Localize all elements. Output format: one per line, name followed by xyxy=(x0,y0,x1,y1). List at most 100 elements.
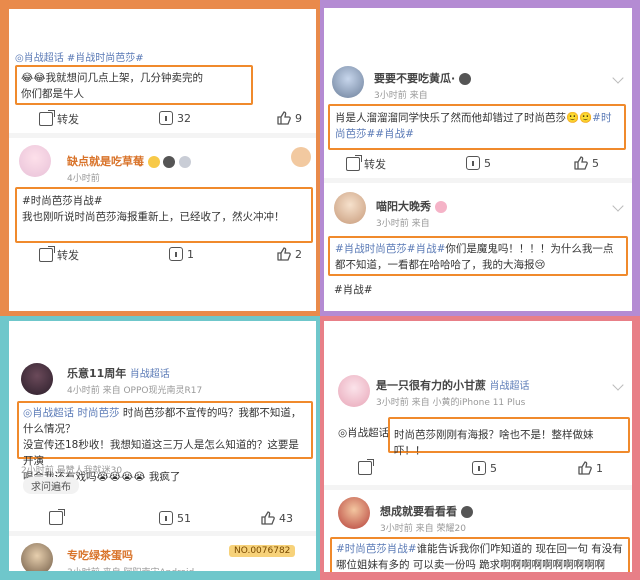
share-button[interactable]: 转发 xyxy=(39,246,79,263)
post-text-box: 肖是人溜溜溜同学快乐了然而他却错过了时尚芭莎🙂🙂#时尚芭莎##肖战# xyxy=(328,104,626,150)
post-text-line: ◎肖战超话 时尚芭莎 时尚芭莎都不宣传的吗？我都不知道，什么情况？ xyxy=(23,407,302,435)
post-text-line: 肖是人溜溜溜同学快乐了然而他却错过了时尚芭莎🙂🙂#时尚芭莎##肖战# xyxy=(335,112,612,140)
vip-badge-icon xyxy=(147,156,160,168)
user-row: 想成就要看看看 xyxy=(380,503,473,519)
fan-badge: NO.0076782 xyxy=(229,545,296,557)
post-meta: 3小时前 来自 xyxy=(374,91,428,101)
comment-button[interactable]: 5 xyxy=(472,461,497,475)
share-icon xyxy=(39,246,55,262)
share-button[interactable]: 转发 xyxy=(346,155,386,172)
post-text-box: 😂😂我就想问几点上架，几分钟卖完的 你们都是牛人 xyxy=(15,65,253,105)
username[interactable]: 专吃绿茶蛋吗 xyxy=(67,549,133,562)
topic-tag[interactable]: 肖战超话 xyxy=(490,381,530,392)
user-row: 是一只很有力的小甘蔗 肖战超话 xyxy=(376,377,530,393)
topic-tag[interactable]: ◎肖战超话 xyxy=(338,425,389,441)
avatar[interactable] xyxy=(332,66,364,98)
post-text-box: #时尚芭莎肖战# 我也刚听说时尚芭莎海报重新上，已经收了，然火冲冲！ xyxy=(15,187,313,243)
chevron-down-icon[interactable] xyxy=(612,200,624,212)
thumbs-up-icon xyxy=(578,461,592,475)
panel-top-left: ◎肖战超话 #肖战时尚芭莎# 😂😂我就想问几点上架，几分钟卖完的 你们都是牛人 … xyxy=(0,0,320,316)
user-row: 喵阳大晚秀 xyxy=(376,198,447,214)
post-text-box: #肖战时尚芭莎#肖战#你们是魔鬼吗！！！！为什么我一点都不知道，一看都在哈哈哈了… xyxy=(328,236,628,276)
post-meta: 2小时前 最赞人我就迷30 xyxy=(21,466,123,476)
username[interactable]: 是一只很有力的小甘蔗 xyxy=(376,379,486,392)
topic-tag[interactable]: #时尚芭莎肖战# xyxy=(22,193,306,209)
graduate-badge-icon xyxy=(458,73,471,85)
chevron-down-icon[interactable] xyxy=(612,379,624,391)
heart-badge-icon xyxy=(434,201,447,213)
post-text-line: #时尚芭莎肖战#谁能告诉我你们咋知道的 现在回一句 有没有哪位姐妹有多的 可以卖… xyxy=(336,543,623,571)
like-button[interactable]: 43 xyxy=(261,511,293,525)
panel-top-right: 要要不要吃黄瓜· 3小时前 来自 肖是人溜溜溜同学快乐了然而他却错过了时尚芭莎🙂… xyxy=(320,0,640,316)
comment-button[interactable]: 5 xyxy=(466,156,491,170)
comment-button[interactable]: 51 xyxy=(159,511,191,525)
location-tag[interactable]: 求问遍布 xyxy=(23,477,79,494)
graduate-badge-icon xyxy=(460,506,473,518)
like-button[interactable]: 5 xyxy=(574,156,599,170)
graduate-badge-icon xyxy=(163,156,175,168)
divider xyxy=(9,133,316,138)
comment-icon xyxy=(159,511,173,525)
thumbs-up-icon xyxy=(277,247,291,261)
like-button[interactable]: 9 xyxy=(277,111,302,125)
avatar[interactable] xyxy=(334,192,366,224)
topic-tags[interactable]: ◎肖战超话 #肖战时尚芭莎# xyxy=(15,49,144,64)
post-text-box: #时尚芭莎肖战#谁能告诉我你们咋知道的 现在回一句 有没有哪位姐妹有多的 可以卖… xyxy=(330,537,630,572)
post-time: 4小时前 xyxy=(67,174,100,184)
post-text-box: 时尚芭莎刚刚有海报？啥也不是！整样做妹吓！！ xyxy=(388,417,630,457)
share-button[interactable] xyxy=(358,459,374,475)
topic-tag[interactable]: 肖战超话 xyxy=(130,369,170,380)
post-text-line: #肖战时尚芭莎#肖战#你们是魔鬼吗！！！！为什么我一点都不知道，一看都在哈哈哈了… xyxy=(335,243,614,271)
share-icon xyxy=(346,155,362,171)
username[interactable]: 乐意11周年 xyxy=(67,367,126,380)
decoration-icon xyxy=(291,147,311,167)
panel-bottom-left: 乐意11周年 肖战超话 4小时前 来自 OPPO现光南灵R17 ◎肖战超话 时尚… xyxy=(0,316,320,580)
divider xyxy=(324,178,632,183)
comment-button[interactable]: 32 xyxy=(159,111,191,125)
share-icon xyxy=(49,509,65,525)
post-meta: 4小时前 来自 OPPO现光南灵R17 xyxy=(67,386,203,396)
post-meta: 3小时前 来自 阿阳南宋Android xyxy=(67,568,195,578)
share-icon xyxy=(358,459,374,475)
post-text-line: 你们都是牛人 xyxy=(21,88,84,100)
user-row: 乐意11周年 肖战超话 xyxy=(67,365,170,381)
panel-bottom-right: 是一只很有力的小甘蔗 肖战超话 3小时前 来自 小黄的iPhone 11 Plu… xyxy=(320,316,640,580)
share-icon xyxy=(39,110,55,126)
comment-icon xyxy=(466,156,480,170)
comment-icon xyxy=(472,461,486,475)
post-meta: 3小时前 来自 xyxy=(376,219,430,229)
share-button[interactable]: 转发 xyxy=(39,110,79,127)
post-text-line: 时尚芭莎刚刚有海报？啥也不是！整样做妹吓！！ xyxy=(394,429,594,457)
post-meta: 3小时前 来自 小黄的iPhone 11 Plus xyxy=(376,398,526,408)
comment-button[interactable]: 1 xyxy=(169,247,194,261)
avatar[interactable] xyxy=(338,375,370,407)
user-row: 缺点就是吃草莓 xyxy=(67,153,191,169)
divider xyxy=(9,531,316,536)
avatar[interactable] xyxy=(21,543,53,571)
username[interactable]: 喵阳大晚秀 xyxy=(376,200,431,213)
divider xyxy=(324,485,632,490)
like-button[interactable]: 2 xyxy=(277,247,302,261)
username[interactable]: 缺点就是吃草莓 xyxy=(67,155,144,168)
username[interactable]: 要要不要吃黄瓜· xyxy=(374,72,455,85)
post-meta: 3小时前 来自 荣耀20 xyxy=(380,524,466,534)
medal-badge-icon xyxy=(178,156,191,168)
thumbs-up-icon xyxy=(574,156,588,170)
avatar[interactable] xyxy=(19,145,51,177)
chevron-down-icon[interactable] xyxy=(612,72,624,84)
post-text-line: 我也刚听说时尚芭莎海报重新上，已经收了，然火冲冲！ xyxy=(22,211,285,223)
thumbs-up-icon xyxy=(261,511,275,525)
comment-icon xyxy=(169,247,183,261)
avatar[interactable] xyxy=(338,497,370,529)
avatar[interactable] xyxy=(21,363,53,395)
share-button[interactable] xyxy=(49,509,65,525)
username[interactable]: 想成就要看看看 xyxy=(380,505,457,518)
post-text-line: 😂😂我就想问几点上架，几分钟卖完的 xyxy=(21,72,204,84)
user-row: 专吃绿茶蛋吗 xyxy=(67,547,133,563)
user-row: 要要不要吃黄瓜· xyxy=(374,70,471,86)
like-button[interactable]: 1 xyxy=(578,461,603,475)
post-text-box: ◎肖战超话 时尚芭莎 时尚芭莎都不宣传的吗？我都不知道，什么情况？ 没宣传还18… xyxy=(17,401,313,483)
comment-icon xyxy=(159,111,173,125)
thumbs-up-icon xyxy=(277,111,291,125)
topic-tag[interactable]: #肖战# xyxy=(334,282,373,298)
